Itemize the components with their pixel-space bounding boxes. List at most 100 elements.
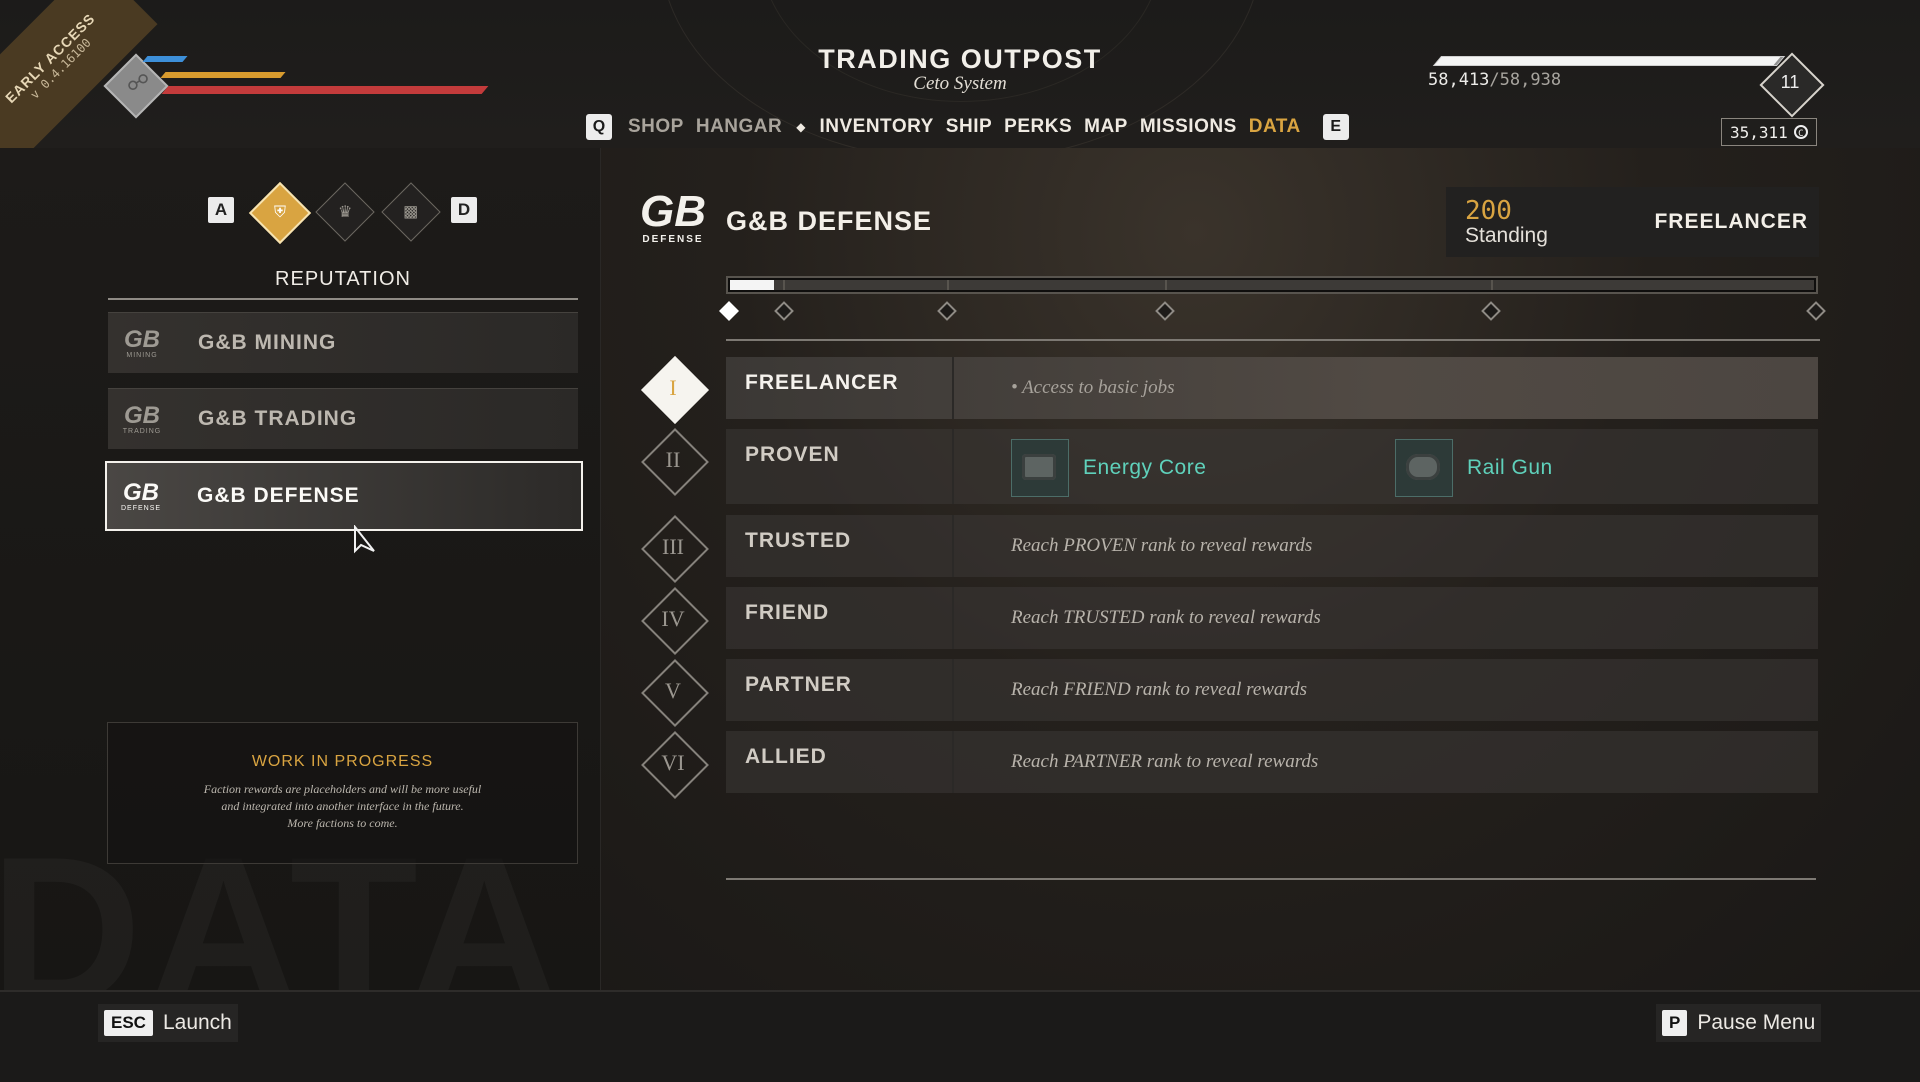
- nav-tab-map[interactable]: MAP: [1084, 116, 1128, 138]
- main-nav: Q SHOP HANGAR ◆ INVENTORY SHIP PERKS MAP…: [586, 112, 1349, 142]
- rank-row-proven: PROVEN Energy Core Rail Gun: [726, 429, 1818, 504]
- footer-bar: [0, 990, 1920, 1082]
- rank-name: TRUSTED: [745, 529, 852, 552]
- divider: [726, 339, 1820, 341]
- launch-button[interactable]: ESC Launch: [98, 1004, 238, 1042]
- rank-row-freelancer: FREELANCER • Access to basic jobs: [726, 357, 1818, 419]
- rank-name: PARTNER: [745, 673, 852, 696]
- nav-tab-ship[interactable]: SHIP: [946, 116, 992, 138]
- mouse-cursor-icon: [354, 525, 375, 554]
- hull-bar: [161, 86, 489, 94]
- divider: [952, 731, 954, 793]
- rank-numeral: II: [665, 447, 681, 472]
- rank-row-allied: ALLIED Reach PARTNER rank to reveal rewa…: [726, 731, 1818, 793]
- rank-row-partner: PARTNER Reach FRIEND rank to reveal rewa…: [726, 659, 1818, 721]
- xp-bar: [1432, 56, 1786, 66]
- rail-gun-icon: [1395, 439, 1453, 497]
- divider: [108, 298, 578, 300]
- shield-bar: [142, 56, 188, 62]
- tab-prev-key[interactable]: A: [208, 197, 234, 223]
- rank-perk: • Access to basic jobs: [1011, 377, 1175, 398]
- rank-locked-hint: Reach PROVEN rank to reveal rewards: [1011, 535, 1313, 556]
- progress-fill: [730, 280, 774, 290]
- rank-name: PROVEN: [745, 443, 840, 466]
- bar-chart-icon: ▩: [403, 204, 419, 221]
- nav-tab-inventory[interactable]: INVENTORY: [819, 116, 933, 138]
- nav-tab-shop[interactable]: SHOP: [628, 116, 684, 138]
- launch-label: Launch: [162, 1011, 232, 1034]
- xp-current: 58,413: [1428, 70, 1490, 90]
- rank-name: FREELANCER: [745, 371, 899, 394]
- divider: [952, 659, 954, 721]
- divider: [952, 515, 954, 577]
- rank-numeral: VI: [661, 750, 685, 775]
- section-title: REPUTATION: [275, 268, 411, 290]
- reward-name: Energy Core: [1083, 456, 1207, 479]
- progress-segment: [949, 280, 1167, 290]
- xp-max: /58,938: [1489, 70, 1562, 90]
- divider: [952, 587, 954, 649]
- energy-bar: [160, 72, 286, 78]
- location-title: TRADING OUTPOST: [818, 44, 1102, 74]
- current-rank: FREELANCER: [1654, 210, 1808, 233]
- nav-tab-data[interactable]: DATA: [1249, 116, 1301, 138]
- rank-numeral: I: [669, 375, 677, 400]
- xp-bar-fill: [1434, 57, 1781, 65]
- rank-numeral: IV: [661, 606, 685, 631]
- nav-tab-perks[interactable]: PERKS: [1004, 116, 1072, 138]
- standing-progress-bar: [726, 276, 1818, 294]
- player-emblem-icon: ☍: [126, 70, 150, 95]
- faction-item-mining[interactable]: GB MINING G&B MINING: [108, 312, 578, 373]
- faction-name: G&B TRADING: [198, 407, 358, 430]
- faction-name: G&B MINING: [198, 331, 337, 354]
- rank-name: ALLIED: [745, 745, 827, 768]
- rank-locked-hint: Reach TRUSTED rank to reveal rewards: [1011, 607, 1321, 628]
- reward-item[interactable]: Energy Core: [1011, 439, 1206, 497]
- wip-title: WORK IN PROGRESS: [251, 753, 434, 770]
- xp-readout: 58,413/58,938: [1428, 70, 1561, 90]
- faction-item-trading[interactable]: GB TRADING G&B TRADING: [108, 388, 578, 449]
- pause-menu-button[interactable]: P Pause Menu: [1656, 1004, 1822, 1042]
- tab-next-key[interactable]: D: [451, 197, 477, 223]
- rank-locked-hint: Reach FRIEND rank to reveal rewards: [1011, 679, 1308, 700]
- divider: [952, 429, 954, 504]
- standing-label: Standing: [1465, 224, 1548, 247]
- progress-segment: [785, 280, 949, 290]
- rank-numeral: III: [662, 534, 684, 559]
- credits-value: 35,311: [1730, 122, 1788, 142]
- level-value: 11: [1780, 72, 1800, 92]
- gb-trading-logo-icon: GB TRADING: [122, 401, 162, 435]
- crown-icon: ♛: [337, 204, 353, 221]
- rank-locked-hint: Reach PARTNER rank to reveal rewards: [1011, 751, 1319, 772]
- divider: [726, 878, 1816, 880]
- rank-name: FRIEND: [745, 601, 830, 624]
- reward-name: Rail Gun: [1467, 456, 1553, 479]
- pause-menu-label: Pause Menu: [1697, 1011, 1816, 1034]
- faction-name: G&B DEFENSE: [197, 484, 360, 507]
- nav-separator-icon: ◆: [796, 120, 806, 134]
- progress-segment: [1167, 280, 1493, 290]
- faction-title: G&B DEFENSE: [726, 206, 933, 236]
- rank-numeral: V: [665, 678, 681, 703]
- nav-tab-missions[interactable]: MISSIONS: [1140, 116, 1237, 138]
- divider: [952, 357, 954, 419]
- location-subtitle: Ceto System: [913, 73, 1007, 94]
- shield-badge-icon: ⛨: [273, 203, 287, 221]
- energy-core-icon: [1011, 439, 1069, 497]
- nav-tab-hangar[interactable]: HANGAR: [696, 116, 782, 138]
- faction-item-defense[interactable]: GB DEFENSE G&B DEFENSE: [105, 461, 583, 531]
- wip-body: Faction rewards are placeholders and wil…: [203, 782, 482, 830]
- gb-defense-logo-icon: GB DEFENSE: [640, 187, 706, 246]
- nav-prev-key[interactable]: Q: [586, 114, 612, 140]
- reward-item[interactable]: Rail Gun: [1395, 439, 1553, 497]
- rank-row-friend: FRIEND Reach TRUSTED rank to reveal rewa…: [726, 587, 1818, 649]
- credits-display: 35,311 C: [1721, 118, 1817, 146]
- nav-next-key[interactable]: E: [1322, 114, 1349, 140]
- progress-segment: [1493, 280, 1814, 290]
- gb-mining-logo-icon: GB MINING: [124, 325, 160, 359]
- esc-key: ESC: [104, 1010, 153, 1036]
- standing-value: 200: [1465, 196, 1512, 226]
- credit-coin-icon: C: [1793, 125, 1808, 139]
- gb-defense-logo-icon: GB DEFENSE: [120, 478, 162, 512]
- rank-row-trusted: TRUSTED Reach PROVEN rank to reveal rewa…: [726, 515, 1818, 577]
